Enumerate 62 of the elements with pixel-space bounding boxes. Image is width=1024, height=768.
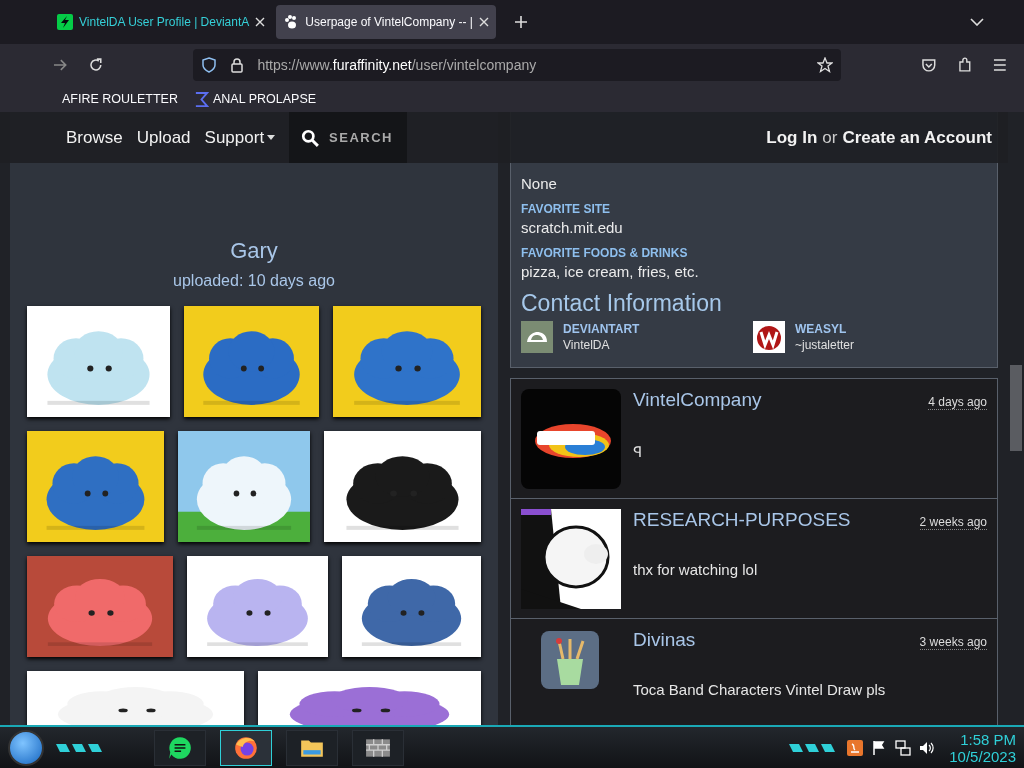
upload-date: uploaded: 10 days ago <box>173 272 335 290</box>
bookmark-item[interactable]: AFIRE ROULETTER <box>62 92 178 106</box>
submission-title[interactable]: Gary <box>230 238 278 264</box>
nav-link[interactable]: Support <box>204 127 276 148</box>
network-icon[interactable] <box>895 739 912 756</box>
contact-username: VintelDA <box>563 338 611 352</box>
comment-text: ꟼ <box>633 442 643 461</box>
or-text: or <box>822 127 838 148</box>
new-tab-icon[interactable] <box>513 15 528 29</box>
create-account-link[interactable]: Create an Account <box>842 127 992 148</box>
contact-site[interactable]: WEASYL <box>795 322 855 336</box>
chevrons-drawing <box>787 741 838 754</box>
weasyl-icon[interactable] <box>753 321 785 353</box>
chevrons-drawing <box>54 741 104 754</box>
close-icon[interactable] <box>478 17 489 27</box>
nav-link[interactable]: Upload <box>136 127 191 148</box>
field-value: pizza, ice cream, fries, etc. <box>521 263 700 280</box>
clock-date[interactable]: 10/5/2023 <box>949 747 1016 765</box>
browser-tab[interactable]: Userpage of VintelCompany -- | <box>276 5 496 39</box>
start-button[interactable] <box>8 729 44 766</box>
search-button[interactable]: SEARCH <box>289 112 407 163</box>
field-value: None <box>521 175 558 192</box>
chevron-down-icon[interactable] <box>970 18 984 26</box>
menu-icon[interactable] <box>992 57 1008 73</box>
shield-icon <box>201 57 218 73</box>
nav-link[interactable]: Browse <box>66 127 123 148</box>
contact-site[interactable]: DEVIANTART <box>563 322 640 336</box>
comment-time: 2 weeks ago <box>919 515 987 530</box>
field-label: FAVORITE FOODS & DRINKS <box>521 246 689 260</box>
comment-text: thx for watching lol <box>633 561 759 578</box>
scrollbar-thumb[interactable] <box>1010 365 1022 451</box>
bookmark-item[interactable]: ANAL PROLAPSE <box>213 92 317 106</box>
field-label: FAVORITE SITE <box>521 202 612 216</box>
taskbar-app[interactable] <box>286 729 338 766</box>
sigma-icon <box>194 91 209 107</box>
comment-text: Toca Band Characters Vintel Draw pls <box>633 681 887 698</box>
comment-time: 4 days ago <box>928 395 987 410</box>
deviantart-icon[interactable] <box>521 321 553 353</box>
star-icon[interactable] <box>816 57 833 73</box>
section-heading: Contact Information <box>521 290 723 317</box>
close-icon[interactable] <box>255 17 266 27</box>
taskbar-app[interactable] <box>352 729 404 766</box>
lightning-icon <box>57 14 73 30</box>
comment-username[interactable]: VintelCompany <box>633 389 762 411</box>
caret-icon <box>267 135 276 140</box>
clock-time[interactable]: 1:58 PM <box>960 730 1016 748</box>
login-link[interactable]: Log In <box>766 127 818 148</box>
lock-icon <box>229 57 246 73</box>
contact-username: ~justaletter <box>795 338 855 352</box>
browser-tab[interactable]: VintelDA User Profile | DeviantA <box>50 5 273 39</box>
taskbar-app[interactable] <box>154 729 206 766</box>
comment-username[interactable]: RESEARCH-PURPOSES <box>633 509 851 531</box>
chat-icon <box>167 734 193 761</box>
field-value: scratch.mit.edu <box>521 219 624 236</box>
reload-icon[interactable] <box>87 57 104 73</box>
forward-icon[interactable] <box>52 57 68 73</box>
search-icon <box>301 128 320 147</box>
comment-username[interactable]: Divinas <box>633 629 696 651</box>
firefox-icon <box>233 734 259 761</box>
comment-time: 3 weeks ago <box>919 635 987 650</box>
taskbar-app[interactable] <box>220 729 272 766</box>
address-field[interactable]: https://www.furaffinity.net/user/vintelcompany <box>193 49 841 81</box>
